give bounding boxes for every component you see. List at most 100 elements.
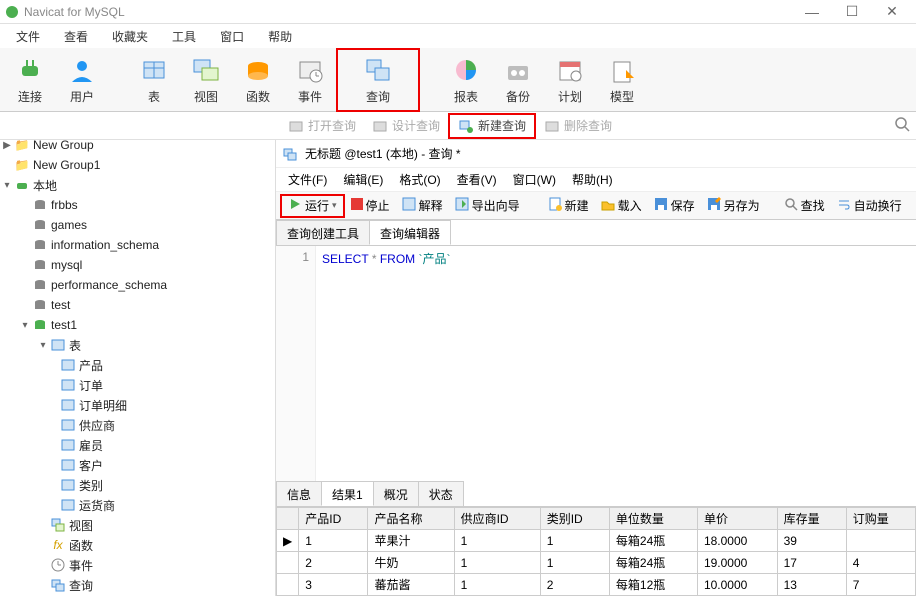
find-button[interactable]: 查找: [778, 194, 831, 218]
saveas-button[interactable]: 另存为: [701, 194, 766, 218]
menu-view[interactable]: 查看: [52, 26, 100, 47]
minimize-button[interactable]: —: [792, 2, 832, 22]
load-button[interactable]: 载入: [595, 194, 648, 218]
explain-button[interactable]: 解释: [396, 194, 449, 218]
sub-delete-query[interactable]: 删除查询: [536, 113, 620, 139]
tree-table-供应商[interactable]: 供应商: [0, 415, 275, 435]
tree-tables-node[interactable]: ▾表: [0, 335, 275, 355]
tool-report[interactable]: 报表: [440, 48, 492, 112]
tree-table-产品[interactable]: 产品: [0, 355, 275, 375]
menu-tools[interactable]: 工具: [160, 26, 208, 47]
ident-table: `产品`: [419, 252, 451, 266]
editor-tabs: 查询创建工具 查询编辑器: [276, 220, 916, 246]
tool-func[interactable]: 函数: [232, 48, 284, 112]
tree-db-perfschema[interactable]: performance_schema: [0, 275, 275, 295]
tree-events-node[interactable]: 事件: [0, 555, 275, 575]
tab-status[interactable]: 状态: [418, 481, 464, 506]
col-产品id[interactable]: 产品ID: [299, 508, 368, 530]
stop-button[interactable]: 停止: [345, 194, 396, 218]
table-row[interactable]: 3蕃茄酱12每箱12瓶10.0000137: [277, 574, 916, 596]
tree-table-类别[interactable]: 类别: [0, 475, 275, 495]
sub-design-query[interactable]: 设计查询: [364, 113, 448, 139]
tool-query[interactable]: 查询: [336, 48, 420, 112]
save-button[interactable]: 保存: [648, 194, 701, 218]
docmenu-view[interactable]: 查看(V): [449, 171, 505, 188]
tree-queries-node[interactable]: 查询: [0, 575, 275, 595]
docmenu-window[interactable]: 窗口(W): [505, 171, 564, 188]
sql-editor[interactable]: 1 SELECT * FROM `产品`: [276, 246, 916, 481]
tree-table-客户[interactable]: 客户: [0, 455, 275, 475]
docmenu-help[interactable]: 帮助(H): [564, 171, 621, 188]
play-icon: [288, 197, 302, 214]
tab-info[interactable]: 信息: [276, 481, 322, 506]
tool-schedule[interactable]: 计划: [544, 48, 596, 112]
tree-conn-local[interactable]: ▾本地: [0, 175, 275, 195]
tree-table-订单[interactable]: 订单: [0, 375, 275, 395]
sub-new-query[interactable]: 新建查询: [448, 113, 536, 139]
maximize-button[interactable]: ☐: [832, 2, 872, 22]
docmenu-format[interactable]: 格式(O): [391, 171, 448, 188]
col-单位数量[interactable]: 单位数量: [609, 508, 697, 530]
menu-fav[interactable]: 收藏夹: [100, 26, 160, 47]
tab-profile[interactable]: 概况: [373, 481, 419, 506]
export-button[interactable]: 导出向导: [449, 194, 526, 218]
sub-open-query[interactable]: 打开查询: [280, 113, 364, 139]
tree-db-test[interactable]: test: [0, 295, 275, 315]
col-库存量[interactable]: 库存量: [777, 508, 846, 530]
col-单价[interactable]: 单价: [697, 508, 777, 530]
tree-db-infoschema[interactable]: information_schema: [0, 235, 275, 255]
function-icon: [242, 54, 274, 86]
tree-table-订单明细[interactable]: 订单明细: [0, 395, 275, 415]
sql-code[interactable]: SELECT * FROM `产品`: [316, 246, 457, 481]
tab-query-editor[interactable]: 查询编辑器: [369, 220, 451, 245]
tool-view[interactable]: 视图: [180, 48, 232, 112]
tool-backup-label: 备份: [506, 88, 530, 105]
tree-views-node[interactable]: 视图: [0, 515, 275, 535]
tree-db-games[interactable]: games: [0, 215, 275, 235]
tree-db-frbbs[interactable]: frbbs: [0, 195, 275, 215]
new-button[interactable]: 新建: [542, 194, 595, 218]
wrap-button[interactable]: 自动换行: [831, 194, 908, 218]
delete-icon: [544, 118, 560, 134]
tab-query-builder[interactable]: 查询创建工具: [276, 220, 370, 245]
docmenu-file[interactable]: 文件(F): [280, 171, 335, 188]
table-row[interactable]: 2牛奶11每箱24瓶19.0000174: [277, 552, 916, 574]
sub-del-label: 删除查询: [564, 117, 612, 134]
menu-help[interactable]: 帮助: [256, 26, 304, 47]
run-button[interactable]: 运行▾: [280, 194, 345, 218]
sub-new-label: 新建查询: [478, 117, 526, 134]
docmenu-edit[interactable]: 编辑(E): [335, 171, 391, 188]
col-供应商id[interactable]: 供应商ID: [454, 508, 540, 530]
tree-db-mysql[interactable]: mysql: [0, 255, 275, 275]
tool-func-label: 函数: [246, 88, 270, 105]
tab-result1[interactable]: 结果1: [321, 481, 374, 506]
stop-icon: [351, 198, 363, 213]
tool-event[interactable]: 事件: [284, 48, 336, 112]
col-类别id[interactable]: 类别ID: [540, 508, 609, 530]
sidebar: 连接 ▶📁New Group 📁New Group1 ▾本地 frbbs gam…: [0, 112, 276, 596]
tool-backup[interactable]: 备份: [492, 48, 544, 112]
col-订购量[interactable]: 订购量: [846, 508, 915, 530]
col-产品名称[interactable]: 产品名称: [368, 508, 454, 530]
tool-model[interactable]: 模型: [596, 48, 648, 112]
tree-table-雇员[interactable]: 雇员: [0, 435, 275, 455]
result-grid[interactable]: 产品ID 产品名称 供应商ID 类别ID 单位数量 单价 库存量 订购量 ▶1苹…: [276, 507, 916, 596]
menu-file[interactable]: 文件: [4, 26, 52, 47]
menu-window[interactable]: 窗口: [208, 26, 256, 47]
tree-table-运货商[interactable]: 运货商: [0, 495, 275, 515]
saveas-icon: [707, 197, 721, 214]
table-row[interactable]: ▶1苹果汁11每箱24瓶18.000039: [277, 530, 916, 552]
tree-funcs-node[interactable]: fx函数: [0, 535, 275, 555]
table-icon: [60, 437, 76, 453]
tree-folder-newgroup1[interactable]: 📁New Group1: [0, 155, 275, 175]
search-icon-right[interactable]: [894, 116, 916, 135]
fx-icon: fx: [50, 537, 66, 553]
tool-user[interactable]: 用户: [56, 48, 108, 112]
connection-tree[interactable]: ▶📁New Group 📁New Group1 ▾本地 frbbs games …: [0, 135, 275, 596]
close-button[interactable]: ✕: [872, 2, 912, 22]
tree-db-test1[interactable]: ▾test1: [0, 315, 275, 335]
tool-table[interactable]: 表: [128, 48, 180, 112]
tool-connect[interactable]: 连接: [4, 48, 56, 112]
database-icon: [32, 257, 48, 273]
wrap-icon: [837, 197, 851, 214]
